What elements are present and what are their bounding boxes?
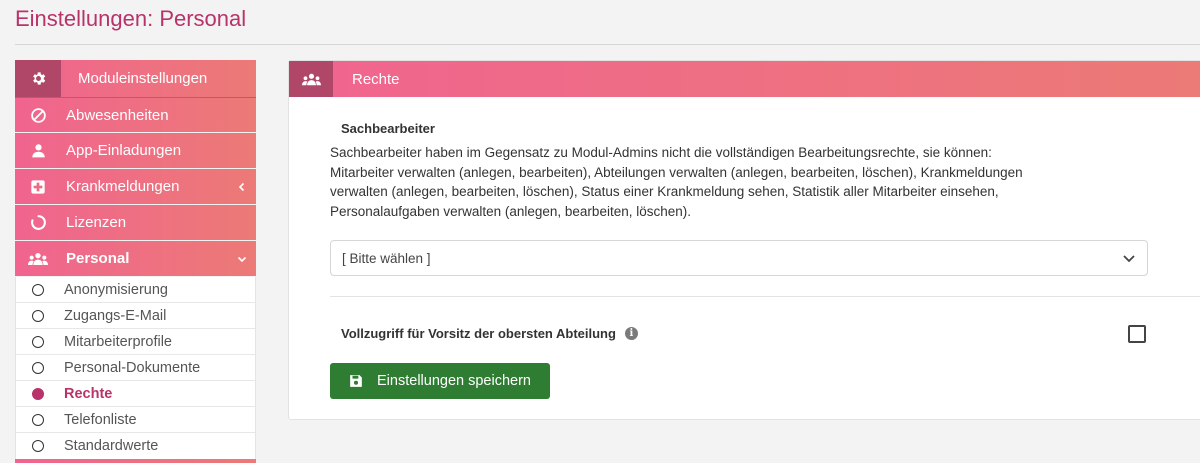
chevron-down-icon <box>1123 255 1135 263</box>
sidebar-next-item-edge <box>15 459 256 463</box>
submenu-item-label: Anonymisierung <box>64 281 168 298</box>
submenu-item-anonymisierung[interactable]: Anonymisierung <box>16 277 255 303</box>
radio-selected-icon <box>32 387 44 400</box>
submenu-item-label: Rechte <box>64 385 113 402</box>
section-description: Sachbearbeiter haben im Gegensatz zu Mod… <box>330 145 1023 219</box>
submenu-item-label: Standardwerte <box>64 438 159 454</box>
gear-icon <box>32 72 45 85</box>
medical-plus-icon <box>31 179 45 194</box>
sidebar-header-label: Moduleinstellungen <box>78 70 208 87</box>
sidebar-item-label: App-Einladungen <box>66 142 182 159</box>
panel-header: Rechte <box>289 61 1200 97</box>
sidebar-item-label: Lizenzen <box>66 214 127 231</box>
circle-notch-icon <box>30 215 46 230</box>
section-title: Sachbearbeiter <box>341 121 435 136</box>
submenu-item-zugangs-e-mail[interactable]: Zugangs-E-Mail <box>16 303 255 329</box>
user-icon <box>31 144 45 158</box>
sidebar-menu: Abwesenheiten App-Einladungen Krankmeldu… <box>15 97 256 276</box>
title-divider <box>15 44 1200 45</box>
sidebar-item-label: Personal <box>66 250 130 267</box>
submenu-item-standardwerte[interactable]: Standardwerte <box>16 433 255 459</box>
users-icon <box>28 252 48 265</box>
submenu-item-label: Personal-Dokumente <box>64 359 201 376</box>
sidebar-item-krankmeldungen[interactable]: Krankmeldungen <box>15 169 256 204</box>
submenu-item-label: Mitarbeiterprofile <box>64 333 172 350</box>
sidebar-item-lizenzen[interactable]: Lizenzen <box>15 205 256 240</box>
submenu-item-mitarbeiterprofile[interactable]: Mitarbeiterprofile <box>16 329 255 355</box>
save-button-label: Einstellungen speichern <box>377 373 531 389</box>
sachbearbeiter-select[interactable]: [ Bitte wählen ] <box>330 240 1148 276</box>
vollzugriff-label: Vollzugriff für Vorsitz der obersten Abt… <box>341 326 638 341</box>
sidebar-header[interactable]: Moduleinstellungen <box>15 60 256 97</box>
ban-icon <box>30 107 46 123</box>
radio-icon <box>32 361 44 374</box>
submenu-item-label: Telefonliste <box>64 411 137 428</box>
sidebar-item-app-einladungen[interactable]: App-Einladungen <box>15 133 256 168</box>
radio-icon <box>32 335 44 348</box>
panel-header-icon-box <box>289 61 333 97</box>
vollzugriff-label-text: Vollzugriff für Vorsitz der obersten Abt… <box>341 326 616 341</box>
submenu-item-rechte[interactable]: Rechte <box>16 381 255 407</box>
radio-icon <box>32 283 44 296</box>
personal-submenu: Anonymisierung Zugangs-E-Mail Mitarbeite… <box>15 277 256 459</box>
sidebar-item-abwesenheiten[interactable]: Abwesenheiten <box>15 97 256 132</box>
info-icon[interactable]: i <box>624 327 638 340</box>
sidebar: Moduleinstellungen Abwesenheiten App-Ein… <box>15 60 256 463</box>
radio-icon <box>32 440 44 452</box>
page-title: Einstellungen: Personal <box>15 6 247 31</box>
submenu-item-label: Zugangs-E-Mail <box>64 307 167 324</box>
floppy-disk-icon <box>349 374 363 388</box>
save-button[interactable]: Einstellungen speichern <box>330 363 550 399</box>
divider <box>330 296 1200 297</box>
panel-title: Rechte <box>352 70 400 88</box>
sidebar-header-icon-box <box>15 60 61 97</box>
submenu-item-telefonliste[interactable]: Telefonliste <box>16 407 255 433</box>
rechte-panel: Rechte Sachbearbeiter Sachbearbeiter hab… <box>288 60 1200 420</box>
sidebar-item-label: Abwesenheiten <box>66 106 169 124</box>
radio-icon <box>32 413 44 426</box>
vollzugriff-checkbox[interactable] <box>1128 325 1146 343</box>
users-icon <box>301 73 321 85</box>
sidebar-item-label: Krankmeldungen <box>66 178 180 195</box>
select-value: [ Bitte wählen ] <box>342 250 431 266</box>
chevron-left-icon <box>228 182 256 192</box>
radio-icon <box>32 309 44 322</box>
sidebar-item-personal[interactable]: Personal <box>15 241 256 276</box>
chevron-down-icon <box>228 254 256 264</box>
submenu-item-personal-dokumente[interactable]: Personal-Dokumente <box>16 355 255 381</box>
